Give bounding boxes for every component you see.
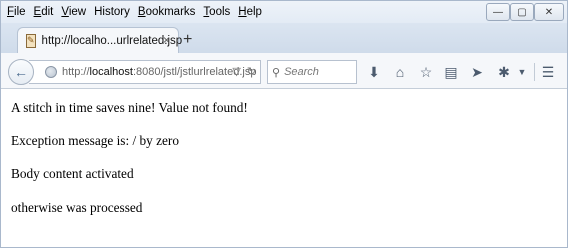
hamburger-menu-icon[interactable]: ☰ <box>539 63 557 81</box>
output-line-1: A stitch in time saves nine! Value not f… <box>11 100 248 115</box>
tab-strip: ✎ http://localho...urlrelated.jsp × + <box>1 23 567 53</box>
menu-bookmarks[interactable]: Bookmarks <box>138 2 196 22</box>
tab-title: http://localho...urlrelated.jsp <box>41 34 183 47</box>
menu-bar: File Edit View History Bookmarks Tools H… <box>1 1 567 23</box>
menu-tools[interactable]: Tools <box>203 2 230 22</box>
menu-view[interactable]: View <box>61 2 86 22</box>
search-placeholder: Search <box>284 66 319 78</box>
output-line-4: otherwise was processed <box>11 200 143 215</box>
close-window-button[interactable]: ✕ <box>534 3 564 21</box>
back-button[interactable]: ← <box>8 59 34 85</box>
url-text[interactable]: http://localhost:8080/jstl/jstlurlrelate… <box>62 66 256 78</box>
page-favicon-icon: ✎ <box>26 33 36 48</box>
menu-history[interactable]: History <box>94 2 130 22</box>
reading-list-icon[interactable]: ▤ <box>442 63 460 81</box>
menu-help[interactable]: Help <box>238 2 262 22</box>
new-tab-button[interactable]: + <box>183 32 192 48</box>
tab-close-icon[interactable]: × <box>163 33 170 47</box>
search-icon: ⚲ <box>272 66 281 79</box>
maximize-icon: ▢ <box>517 6 527 18</box>
navigation-bar: http://localhost:8080/jstl/jstlurlrelate… <box>1 53 567 89</box>
download-icon[interactable]: ⬇ <box>365 63 383 81</box>
page-content: A stitch in time saves nine! Value not f… <box>1 89 567 247</box>
url-bar[interactable]: http://localhost:8080/jstl/jstlurlrelate… <box>29 60 261 84</box>
reload-icon[interactable]: ↻ <box>247 65 256 78</box>
back-arrow-icon: ← <box>14 64 28 80</box>
maximize-button[interactable]: ▢ <box>510 3 534 21</box>
minimize-button[interactable]: — <box>486 3 510 21</box>
menu-edit[interactable]: Edit <box>34 2 54 22</box>
output-line-3: Body content activated <box>11 166 134 181</box>
search-bar[interactable]: ⚲ Search <box>267 60 357 84</box>
output-line-2: Exception message is: / by zero <box>11 133 180 148</box>
toolbar-divider <box>534 63 535 81</box>
menu-file[interactable]: File <box>7 2 26 22</box>
tab-active[interactable]: ✎ http://localho...urlrelated.jsp × <box>17 27 182 53</box>
send-icon[interactable]: ➤ <box>468 63 486 81</box>
minimize-icon: — <box>493 6 503 18</box>
dropdown-arrow-icon[interactable]: ▽ <box>232 65 240 78</box>
globe-icon <box>45 66 57 78</box>
home-icon[interactable]: ⌂ <box>391 63 409 81</box>
extension-icon[interactable]: ✱ <box>495 63 513 81</box>
close-icon: ✕ <box>544 6 554 18</box>
bookmark-star-icon[interactable]: ☆ <box>417 63 435 81</box>
browser-window: File Edit View History Bookmarks Tools H… <box>0 0 568 248</box>
extension-dropdown-icon[interactable]: ▼ <box>513 63 531 81</box>
